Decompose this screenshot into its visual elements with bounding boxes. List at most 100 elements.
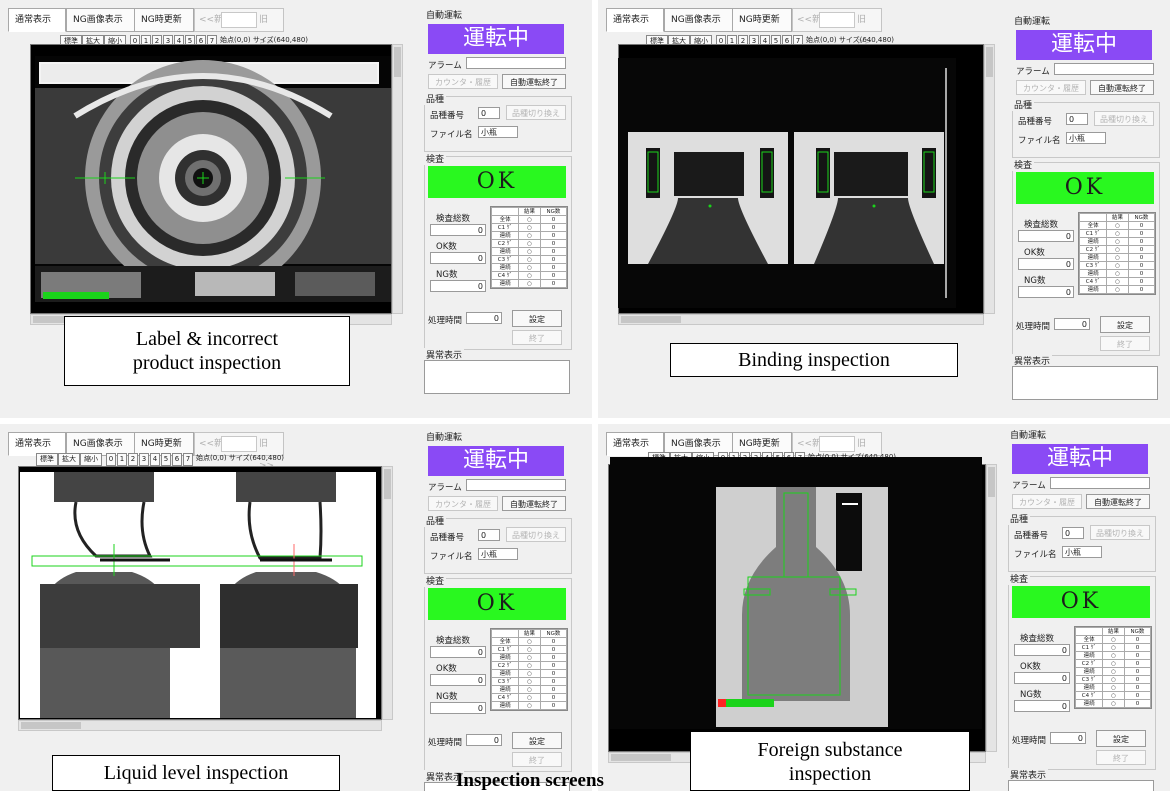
viewer-vertical-scrollbar[interactable] [392, 44, 403, 314]
zoom-out-button[interactable]: 縮小 [80, 453, 102, 466]
result-row-label: C3 ｹﾞ [490, 255, 520, 264]
auto-run-end-button[interactable]: 自動運転終了 [1090, 80, 1154, 95]
tab-ng-image-view[interactable]: NG画像表示 [66, 8, 136, 32]
file-name-field[interactable]: 小瓶 [1066, 132, 1106, 144]
running-status-display: 運転中 [1012, 444, 1148, 474]
history-nav: <<新 旧>> [792, 8, 882, 47]
end-button[interactable]: 終了 [1096, 750, 1146, 765]
result-row: 連続 ○ 0 [1074, 683, 1152, 692]
product-number-field[interactable]: 0 [1066, 113, 1088, 125]
total-count-label: 検査総数 [1020, 634, 1055, 644]
result-row: C4 ｹﾞ ○ 0 [1078, 277, 1156, 286]
result-ng-count: 0 [539, 669, 568, 678]
file-name-label: ファイル名 [1018, 136, 1061, 146]
ng-count-header: NG数 [539, 629, 568, 638]
settings-button[interactable]: 設定 [512, 310, 562, 327]
counter-history-button[interactable]: カウンタ・履歴 [1016, 80, 1086, 95]
end-button[interactable]: 終了 [512, 330, 562, 345]
ng-count-header: NG数 [539, 207, 568, 216]
history-index-field[interactable] [819, 12, 855, 28]
processing-time-field: 0 [466, 312, 502, 324]
auto-run-group-label: 自動運転 [424, 430, 465, 443]
viewer-horizontal-scrollbar[interactable] [618, 314, 984, 325]
end-button[interactable]: 終了 [512, 752, 562, 767]
horizontal-divider [0, 418, 1170, 424]
result-row: 全体 ○ 0 [490, 637, 568, 646]
history-index-field[interactable] [819, 436, 855, 452]
auto-run-end-button[interactable]: 自動運転終了 [1086, 494, 1150, 509]
history-index-field[interactable] [221, 436, 257, 452]
product-number-field[interactable]: 0 [478, 529, 500, 541]
counter-history-button[interactable]: カウンタ・履歴 [1012, 494, 1082, 509]
running-status-display: 運転中 [428, 24, 564, 54]
file-name-field[interactable]: 小瓶 [1062, 546, 1102, 558]
result-indicator: ○ [518, 263, 541, 272]
result-row-label: 連続 [1074, 651, 1104, 660]
processing-time-label: 処理時間 [1012, 736, 1047, 746]
tab-ng-image-view[interactable]: NG画像表示 [664, 8, 734, 32]
preset-3-button[interactable]: 3 [139, 453, 149, 466]
product-switch-button[interactable]: 品種切り換え [1090, 525, 1150, 540]
prev-button[interactable]: <<新 [199, 9, 223, 31]
viewer-vertical-scrollbar[interactable] [986, 464, 997, 752]
total-count-label: 検査総数 [1024, 220, 1059, 230]
result-row-label: C1 ｹﾞ [490, 223, 520, 232]
tab-ng-update[interactable]: NG時更新 [732, 8, 792, 32]
prev-button[interactable]: <<新 [797, 9, 821, 31]
preset-7-button[interactable]: 7 [183, 453, 193, 466]
preset-6-button[interactable]: 6 [172, 453, 182, 466]
zoom-in-button[interactable]: 拡大 [58, 453, 80, 466]
preset-4-button[interactable]: 4 [150, 453, 160, 466]
inspection-result-ok: OK [1012, 586, 1150, 618]
file-name-label: ファイル名 [430, 552, 473, 562]
result-ng-count: 0 [539, 271, 568, 280]
tab-ng-update[interactable]: NG時更新 [134, 8, 194, 32]
result-row: C2 ｹﾞ ○ 0 [1078, 245, 1156, 254]
inspection-group-label: 検査 [1008, 572, 1031, 585]
counter-history-button[interactable]: カウンタ・履歴 [428, 74, 498, 89]
file-name-field[interactable]: 小瓶 [478, 548, 518, 560]
tab-normal-view[interactable]: 通常表示 [606, 8, 664, 32]
viewer-horizontal-scrollbar[interactable] [18, 720, 382, 731]
preset-1-button[interactable]: 1 [117, 453, 127, 466]
counter-history-button[interactable]: カウンタ・履歴 [428, 496, 498, 511]
settings-button[interactable]: 設定 [1100, 316, 1150, 333]
product-number-label: 品種番号 [430, 533, 465, 543]
result-row: 連続 ○ 0 [490, 279, 568, 288]
result-row-label: C4 ｹﾞ [490, 271, 520, 280]
result-ng-count: 0 [1127, 253, 1156, 262]
product-switch-button[interactable]: 品種切り換え [506, 527, 566, 542]
result-table: 結果 NG数 全体 ○ 0 C1 ｹﾞ ○ 0 連続 ○ 0 C2 ｹﾞ ○ 0 連続 ○ 0 C3 ｹﾞ ○ 0 連… [1078, 212, 1156, 295]
inspection-group-label: 検査 [1012, 158, 1035, 171]
tab-normal-view[interactable]: 通常表示 [8, 8, 66, 32]
end-button[interactable]: 終了 [1100, 336, 1150, 351]
file-name-label: ファイル名 [430, 130, 473, 140]
product-switch-button[interactable]: 品種切り換え [1094, 111, 1154, 126]
viewer-vertical-scrollbar[interactable] [382, 466, 393, 720]
result-ng-count: 0 [1123, 659, 1152, 668]
viewer-vertical-scrollbar[interactable] [984, 44, 995, 314]
settings-button[interactable]: 設定 [512, 732, 562, 749]
processing-time-field: 0 [1050, 732, 1086, 744]
preset-2-button[interactable]: 2 [128, 453, 138, 466]
standard-view-button[interactable]: 標準 [36, 453, 58, 466]
auto-run-end-button[interactable]: 自動運転終了 [502, 496, 566, 511]
product-switch-button[interactable]: 品種切り換え [506, 105, 566, 120]
result-indicator: ○ [1102, 635, 1125, 644]
file-name-field[interactable]: 小瓶 [478, 126, 518, 138]
product-group-label: 品種 [424, 514, 447, 527]
preset-0-button[interactable]: 0 [106, 453, 116, 466]
product-number-field[interactable]: 0 [478, 107, 500, 119]
result-ng-count: 0 [1127, 285, 1156, 294]
result-ng-count: 0 [539, 645, 568, 654]
total-count-field: 0 [430, 646, 486, 658]
result-indicator: ○ [1106, 245, 1129, 254]
auto-run-end-button[interactable]: 自動運転終了 [502, 74, 566, 89]
product-number-field[interactable]: 0 [1062, 527, 1084, 539]
prev-button[interactable]: <<新 [199, 433, 223, 455]
total-count-label: 検査総数 [436, 636, 471, 646]
preset-5-button[interactable]: 5 [161, 453, 171, 466]
settings-button[interactable]: 設定 [1096, 730, 1146, 747]
result-row-label: 連続 [1074, 683, 1104, 692]
history-index-field[interactable] [221, 12, 257, 28]
